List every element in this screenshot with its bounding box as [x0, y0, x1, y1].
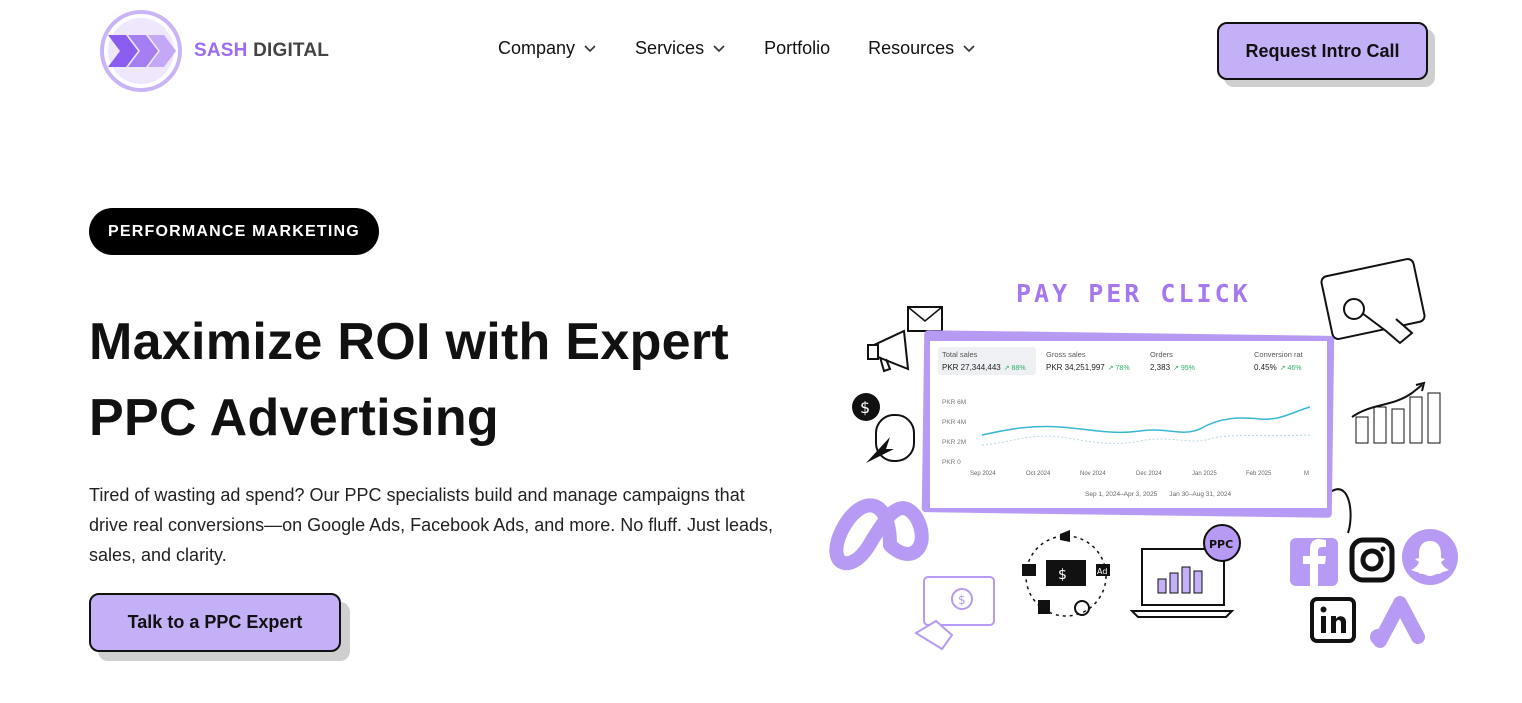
headline-line-1: Maximize ROI with Expert: [89, 313, 730, 371]
laptop-hand-icon: $: [914, 576, 995, 651]
page-title: Maximize ROI with Expert PPC Advertising: [89, 304, 789, 456]
series-current-line: [981, 406, 1311, 436]
page: SASH DIGITAL Company Services Portfolio …: [0, 0, 1522, 703]
chevron-down-icon: [584, 44, 596, 52]
sales-line-chart: PKR 6M PKR 4M PKR 2M PKR 0 Sep 2024 Oct …: [942, 399, 1311, 477]
main-nav: Company Services Portfolio Resources: [498, 38, 1014, 59]
y-tick-label: PKR 2M: [942, 439, 966, 446]
ppc-illustration: PAY PER CLICK $ $ $ Ad PPC Total sales P…: [820, 255, 1470, 665]
x-tick-label: Oct 2024: [1026, 471, 1051, 477]
legend-item-previous: Jan 30–Aug 31, 2024: [1169, 491, 1232, 498]
y-tick-label: PKR 6M: [942, 399, 966, 406]
nav-item-label: Company: [498, 38, 576, 58]
legend-item-current: Sep 1, 2024–Apr 3, 2025: [1085, 491, 1158, 498]
nav-item-company[interactable]: Company: [498, 38, 597, 59]
series-previous-line: [981, 434, 1311, 446]
logo-icon: [100, 10, 182, 92]
nav-item-label: Resources: [868, 38, 955, 58]
nav-item-label: Services: [635, 38, 705, 58]
brand-logo[interactable]: SASH DIGITAL: [98, 8, 329, 94]
nav-item-portfolio[interactable]: Portfolio: [764, 38, 830, 59]
linkedin-icon: [1310, 597, 1356, 643]
request-intro-call-button[interactable]: Request Intro Call: [1217, 22, 1428, 80]
chevron-down-icon: [713, 44, 725, 52]
x-tick-label: Sep 2024: [970, 471, 996, 477]
mouse-click-icon: $: [852, 393, 915, 463]
headline-line-2: PPC Advertising: [89, 389, 499, 447]
meta-icon: [829, 498, 929, 571]
brand-name-part2: DIGITAL: [253, 40, 330, 61]
chevron-down-icon: [963, 44, 975, 52]
nav-item-label: Portfolio: [764, 38, 831, 58]
brand-name-part1: SASH: [194, 40, 248, 61]
ad-cycle-icon: $ Ad: [1022, 530, 1110, 617]
svg-text:$: $: [958, 593, 966, 607]
sales-dashboard: Total sales PKR 27,344,443 ↗ 88% Gross sa…: [930, 341, 1327, 508]
ppc-bubble-label: PPC: [1209, 538, 1233, 551]
facebook-icon: [1290, 538, 1338, 586]
x-tick-label: Nov 2024: [1080, 471, 1106, 477]
browser-click-icon: [1320, 258, 1426, 345]
svg-text:$: $: [1058, 567, 1067, 583]
instagram-icon: [1349, 537, 1395, 583]
snapchat-icon: [1402, 529, 1458, 585]
nav-item-services[interactable]: Services: [635, 38, 726, 59]
hero-description: Tired of wasting ad spend? Our PPC speci…: [89, 485, 774, 565]
talk-to-expert-button[interactable]: Talk to a PPC Expert: [89, 593, 341, 652]
svg-text:$: $: [860, 398, 870, 417]
y-tick-label: PKR 4M: [942, 419, 966, 426]
svg-text:Ad: Ad: [1097, 567, 1107, 576]
x-tick-label: M: [1304, 471, 1309, 477]
x-tick-label: Dec 2024: [1136, 471, 1162, 477]
brand-name: SASH DIGITAL: [194, 40, 329, 62]
nav-item-resources[interactable]: Resources: [868, 38, 976, 59]
chart-legend: Sep 1, 2024–Apr 3, 2025 Jan 30–Aug 31, 2…: [1085, 491, 1231, 498]
x-tick-label: Feb 2025: [1246, 471, 1272, 477]
y-tick-label: PKR 0: [942, 459, 961, 466]
x-tick-label: Jan 2025: [1192, 471, 1217, 477]
google-ads-icon: [1370, 596, 1425, 648]
category-badge: PERFORMANCE MARKETING: [89, 208, 379, 255]
growth-chart-icon: [1351, 381, 1441, 444]
